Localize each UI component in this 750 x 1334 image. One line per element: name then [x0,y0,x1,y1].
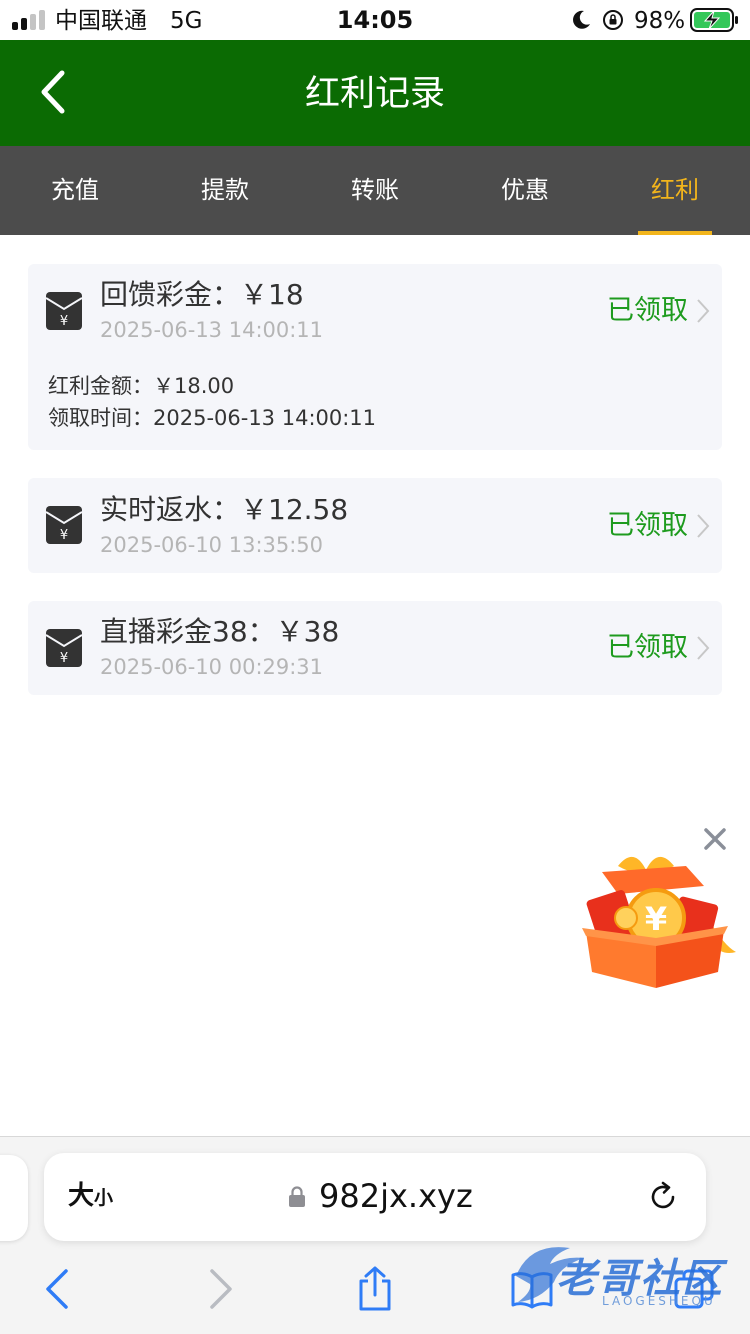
tab-label: 优惠 [501,176,549,204]
previous-tab-preview[interactable] [0,1155,28,1241]
chevron-right-icon [697,636,710,660]
watermark-logo: 老哥社区 LAOGESHEQU [510,1236,742,1316]
tab-recharge[interactable]: 充值 [0,146,150,235]
share-icon[interactable] [353,1265,397,1313]
moon-icon [573,10,590,29]
envelope-yuan-icon: ¥ [46,506,82,544]
active-tab-indicator [638,231,712,235]
record-card[interactable]: ¥ 实时返水：￥12.58 2025-06-10 13:35:50 已领取 [28,478,722,573]
tab-transfer[interactable]: 转账 [300,146,450,235]
text-size-button[interactable]: 大小 [68,1179,113,1215]
battery-percent: 98% [634,8,686,34]
record-title: 实时返水：￥12.58 [100,493,349,526]
svg-text:¥: ¥ [645,900,667,938]
detail-value: 2025-06-13 14:00:11 [153,406,377,430]
battery-charging-icon [690,8,738,32]
watermark-subtext: LAOGESHEQU [602,1294,716,1308]
detail-label: 领取时间： [48,406,153,430]
claim-time-row: 领取时间：2025-06-13 14:00:11 [48,404,376,432]
svg-text:¥: ¥ [60,651,68,666]
app-header: 红利记录 [0,40,750,146]
chevron-right-icon [697,514,710,538]
status-bar: 中国联通 5G 14:05 98% [0,0,750,40]
envelope-yuan-icon: ¥ [46,292,82,330]
back-arrow-icon[interactable] [38,1265,82,1313]
reload-icon[interactable] [646,1180,680,1214]
chevron-right-icon [697,299,710,323]
lock-icon [289,1186,305,1207]
record-card[interactable]: ¥ 回馈彩金：￥18 2025-06-13 14:00:11 已领取 红利金额：… [28,264,722,450]
tab-bar: 充值 提款 转账 优惠 红利 [0,146,750,235]
record-title: 回馈彩金：￥18 [100,278,304,311]
text-size-small: 小 [94,1187,114,1209]
svg-text:¥: ¥ [60,528,68,543]
tab-withdraw[interactable]: 提款 [150,146,300,235]
text-size-big: 大 [68,1181,95,1211]
envelope-yuan-icon: ¥ [46,629,82,667]
gift-box-icon[interactable]: ¥ [574,848,738,990]
tab-label: 提款 [201,176,249,204]
record-status: 已领取 [607,295,688,326]
record-date: 2025-06-13 14:00:11 [100,318,324,342]
tab-bonus[interactable]: 红利 [600,146,750,235]
tab-label: 充值 [51,176,99,204]
tab-label: 红利 [651,176,699,204]
bonus-amount-row: 红利金额：￥18.00 [48,372,234,400]
forward-arrow-icon[interactable] [198,1265,242,1313]
detail-label: 红利金额： [48,374,153,398]
page-title: 红利记录 [304,74,445,114]
url-text: 982jx.xyz [319,1177,473,1215]
record-date: 2025-06-10 13:35:50 [100,533,324,557]
tab-label: 转账 [351,176,399,204]
tab-promotions[interactable]: 优惠 [450,146,600,235]
record-status: 已领取 [607,510,688,541]
record-date: 2025-06-10 00:29:31 [100,655,324,679]
svg-text:¥: ¥ [60,314,68,329]
address-bar[interactable]: 大小 982jx.xyz [44,1153,706,1241]
detail-value: ￥18.00 [153,374,235,398]
rotation-lock-icon [603,10,623,30]
record-title: 直播彩金38：￥38 [100,615,340,648]
record-status: 已领取 [607,632,688,663]
record-card[interactable]: ¥ 直播彩金38：￥38 2025-06-10 00:29:31 已领取 [28,601,722,695]
